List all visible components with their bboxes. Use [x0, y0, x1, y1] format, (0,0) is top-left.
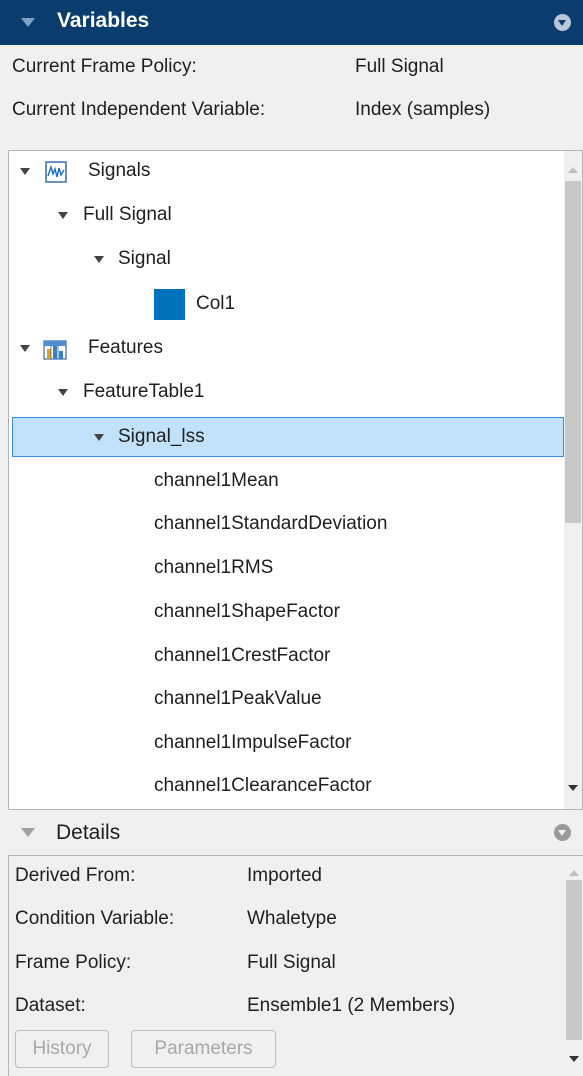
tree-label-signals: Signals: [88, 160, 151, 181]
tree-item-feature[interactable]: channel1ImpulseFactor: [154, 723, 352, 763]
variables-tree[interactable]: Signals Full Signal Signal Col1 Features…: [8, 150, 583, 810]
frame-policy-value: Full Signal: [355, 56, 444, 77]
tree-node-signals[interactable]: Signals: [9, 151, 549, 191]
detail-value: Full Signal: [247, 952, 336, 973]
detail-value: Ensemble1 (2 Members): [247, 995, 456, 1016]
collapse-triangle-icon[interactable]: [21, 18, 35, 27]
variables-header[interactable]: Variables: [0, 0, 583, 45]
tree-node-col1[interactable]: Col1: [9, 284, 549, 324]
panel-options-icon[interactable]: [554, 824, 571, 841]
scrollbar-thumb[interactable]: [566, 880, 582, 1040]
signal-icon: [45, 161, 67, 183]
tree-node-full-signal[interactable]: Full Signal: [9, 195, 549, 235]
tree-item-feature[interactable]: channel1ClearanceFactor: [154, 766, 372, 806]
tree-item-feature[interactable]: channel1RMS: [154, 548, 273, 588]
detail-value: Imported: [247, 865, 322, 886]
independent-variable-value: Index (samples): [355, 99, 491, 120]
tree-label-col1: Col1: [196, 293, 236, 314]
independent-variable-label: Current Independent Variable:: [12, 99, 266, 120]
detail-label: Dataset:: [15, 995, 86, 1016]
tree-item-feature[interactable]: channel1StandardDeviation: [154, 504, 387, 544]
tree-node-features[interactable]: Features: [9, 328, 549, 368]
tree-node-featuretable1[interactable]: FeatureTable1: [9, 372, 549, 412]
tree-item-feature[interactable]: channel1PeakValue: [154, 679, 322, 719]
detail-value: Whaletype: [247, 908, 337, 929]
tree-label-signal-lss: Signal_lss: [118, 426, 205, 447]
details-scrollbar[interactable]: [565, 856, 583, 1076]
expand-caret-icon[interactable]: [94, 256, 104, 263]
scroll-up-arrow-icon[interactable]: [569, 870, 579, 876]
tree-item-feature[interactable]: channel1CrestFactor: [154, 636, 330, 676]
scroll-up-arrow-icon[interactable]: [568, 167, 578, 173]
expand-caret-icon[interactable]: [20, 168, 30, 175]
tree-item-feature[interactable]: channel1ShapeFactor: [154, 592, 340, 632]
tree-label-featuretable1: FeatureTable1: [83, 381, 205, 402]
expand-caret-icon[interactable]: [94, 434, 104, 441]
features-icon: [43, 340, 67, 360]
detail-label: Derived From:: [15, 865, 136, 886]
color-swatch: [154, 289, 185, 320]
expand-caret-icon[interactable]: [20, 345, 30, 352]
scrollbar-thumb[interactable]: [565, 181, 581, 523]
variables-title: Variables: [57, 9, 150, 32]
scroll-down-arrow-icon[interactable]: [569, 1056, 579, 1062]
expand-caret-icon[interactable]: [58, 212, 68, 219]
panel-options-icon[interactable]: [554, 14, 571, 31]
frame-policy-label: Current Frame Policy:: [12, 56, 197, 77]
expand-caret-icon[interactable]: [58, 389, 68, 396]
details-header[interactable]: Details: [0, 812, 583, 855]
parameters-button[interactable]: Parameters: [131, 1030, 276, 1068]
tree-node-signal-lss[interactable]: Signal_lss: [9, 417, 549, 457]
tree-label-features: Features: [88, 337, 163, 358]
detail-label: Condition Variable:: [15, 908, 175, 929]
scroll-down-arrow-icon[interactable]: [568, 785, 578, 791]
tree-label-full-signal: Full Signal: [83, 204, 172, 225]
tree-node-signal[interactable]: Signal: [9, 239, 549, 279]
collapse-triangle-icon[interactable]: [21, 828, 35, 837]
tree-item-feature[interactable]: channel1Mean: [154, 461, 279, 501]
history-button[interactable]: History: [15, 1030, 109, 1068]
tree-label-signal: Signal: [118, 248, 171, 269]
detail-label: Frame Policy:: [15, 952, 132, 973]
details-title: Details: [56, 821, 121, 844]
tree-scrollbar[interactable]: [564, 151, 582, 809]
